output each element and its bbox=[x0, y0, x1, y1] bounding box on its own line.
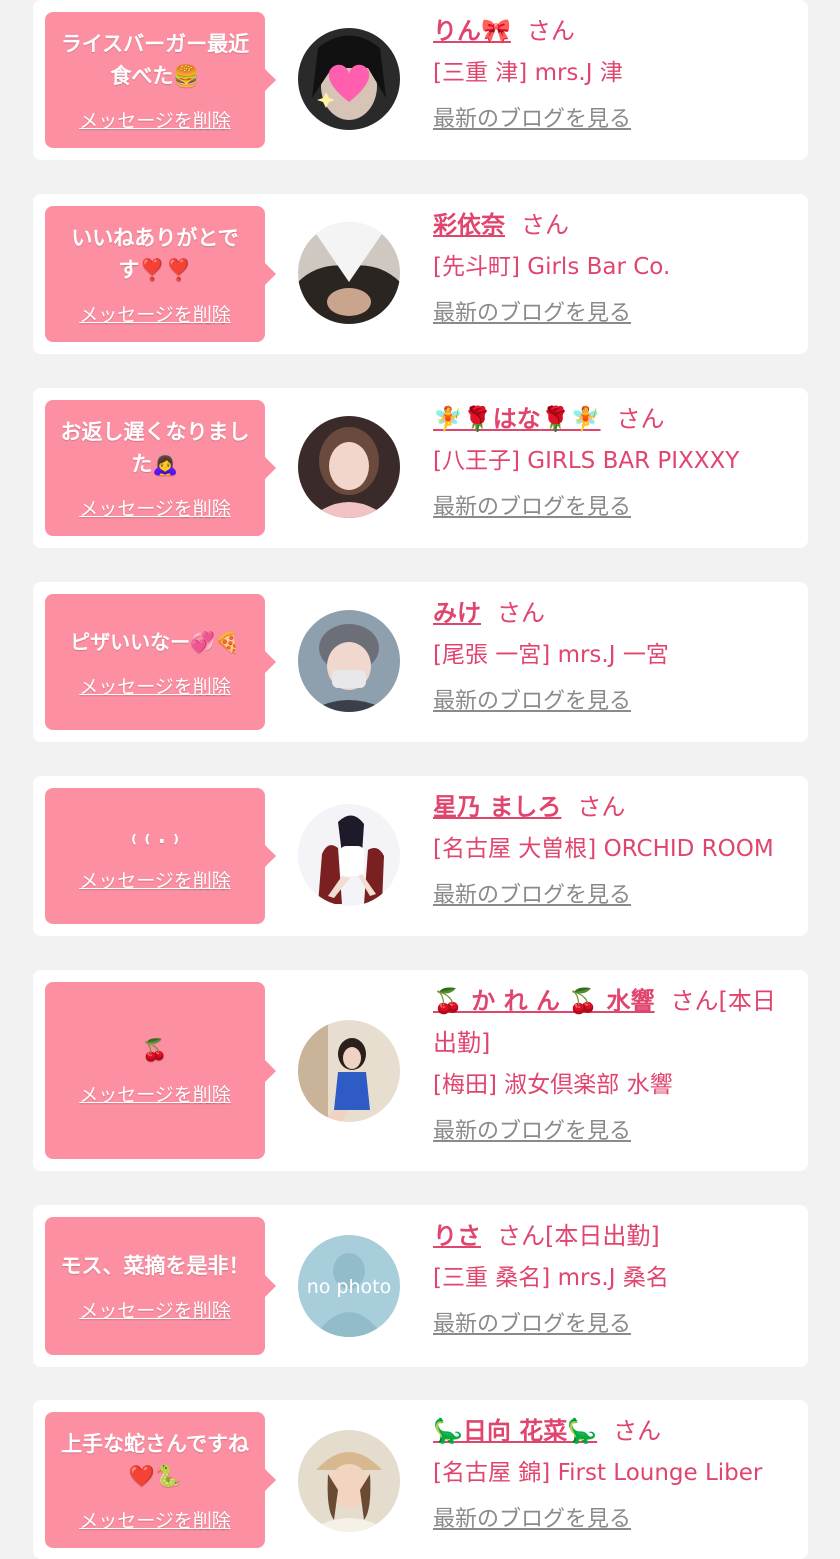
delete-message-link[interactable]: メッセージを削除 bbox=[79, 494, 231, 521]
latest-blog-link[interactable]: 最新のブログを見る bbox=[433, 682, 795, 722]
honorific: さん bbox=[521, 211, 569, 239]
cast-name-link[interactable]: りん🎀 bbox=[433, 17, 511, 45]
latest-blog-link[interactable]: 最新のブログを見る bbox=[433, 1112, 795, 1152]
honorific: さん bbox=[526, 17, 575, 45]
cast-name-link[interactable]: 彩依奈 bbox=[433, 211, 505, 239]
delete-message-link[interactable]: メッセージを削除 bbox=[79, 1080, 231, 1107]
honorific: さん bbox=[613, 1417, 662, 1445]
shop-name: [三重 桑名] mrs.J 桑名 bbox=[433, 1265, 669, 1291]
avatar[interactable] bbox=[298, 804, 400, 906]
message-card: 上手な蛇さんですね❤️🐍 メッセージを削除 🦕日向 花菜🦕 さん [名古屋 錦] … bbox=[33, 1400, 808, 1559]
latest-blog-link[interactable]: 最新のブログを見る bbox=[433, 1305, 795, 1345]
message-card: ライスバーガー最近食べた🍔 メッセージを削除 りん🎀 さん [三重 津] mrs.… bbox=[33, 0, 808, 160]
latest-blog-link[interactable]: 最新のブログを見る bbox=[433, 876, 795, 916]
message-text: ₍ ₍ . ₎ bbox=[130, 823, 180, 848]
message-text: ピザいいなー💞🍕 bbox=[70, 629, 240, 654]
shop-name: [先斗町] Girls Bar Co. bbox=[433, 254, 671, 280]
shop-name: [梅田] 淑女倶楽部 水響 bbox=[433, 1072, 673, 1098]
cast-info: りん🎀 さん [三重 津] mrs.J 津 最新のブログを見る bbox=[433, 10, 795, 140]
cast-info: みけ さん [尾張 一宮] mrs.J 一宮 最新のブログを見る bbox=[433, 592, 795, 722]
shop-name: [名古屋 大曽根] ORCHID ROOM bbox=[433, 836, 774, 862]
avatar[interactable] bbox=[298, 28, 400, 130]
message-card: モス、菜摘を是非！ メッセージを削除 no photo りさ さん[本日出勤] [… bbox=[33, 1205, 808, 1367]
message-bubble: お返し遅くなりました🙇‍♀️ メッセージを削除 bbox=[45, 400, 276, 536]
cast-info: 🍒 か れ ん 🍒 水響 さん[本日出勤] [梅田] 淑女倶楽部 水響 最新のブロ… bbox=[433, 980, 795, 1152]
shop-name: [名古屋 錦] First Lounge Liber bbox=[433, 1460, 763, 1486]
message-bubble: 上手な蛇さんですね❤️🐍 メッセージを削除 bbox=[45, 1412, 276, 1548]
message-text: 🍒 bbox=[141, 1038, 169, 1062]
message-bubble: モス、菜摘を是非！ メッセージを削除 bbox=[45, 1217, 276, 1355]
cast-info: 🦕日向 花菜🦕 さん [名古屋 錦] First Lounge Liber 最新の… bbox=[433, 1410, 795, 1540]
cast-name-link[interactable]: 星乃 ましろ bbox=[433, 793, 561, 821]
shop-name: [三重 津] mrs.J 津 bbox=[433, 60, 623, 86]
latest-blog-link[interactable]: 最新のブログを見る bbox=[433, 100, 795, 140]
message-bubble: ライスバーガー最近食べた🍔 メッセージを削除 bbox=[45, 12, 276, 148]
delete-message-link[interactable]: メッセージを削除 bbox=[79, 866, 231, 893]
cast-name-link[interactable]: 🦕日向 花菜🦕 bbox=[433, 1417, 597, 1445]
honorific: さん bbox=[497, 599, 545, 627]
message-text: ライスバーガー最近食べた🍔 bbox=[60, 31, 250, 88]
message-text: モス、菜摘を是非！ bbox=[60, 1253, 250, 1278]
message-text: いいねありがとです❣️❣️ bbox=[71, 225, 239, 282]
avatar[interactable] bbox=[298, 1020, 400, 1122]
latest-blog-link[interactable]: 最新のブログを見る bbox=[433, 294, 795, 334]
cast-info: 🧚🌹はな🌹🧚 さん [八王子] GIRLS BAR PIXXXY 最新のブログを見… bbox=[433, 398, 795, 528]
cast-info: 星乃 ましろ さん [名古屋 大曽根] ORCHID ROOM 最新のブログを見る bbox=[433, 786, 795, 916]
message-bubble: ピザいいなー💞🍕 メッセージを削除 bbox=[45, 594, 276, 730]
cast-name-link[interactable]: 🍒 か れ ん 🍒 水響 bbox=[433, 987, 655, 1015]
avatar[interactable] bbox=[298, 1430, 400, 1532]
shop-name: [尾張 一宮] mrs.J 一宮 bbox=[433, 642, 669, 668]
honorific: さん bbox=[616, 405, 665, 433]
avatar[interactable] bbox=[298, 416, 400, 518]
delete-message-link[interactable]: メッセージを削除 bbox=[79, 1506, 231, 1533]
delete-message-link[interactable]: メッセージを削除 bbox=[79, 672, 231, 699]
message-text: お返し遅くなりました🙇‍♀️ bbox=[60, 419, 250, 476]
message-card: 🍒 メッセージを削除 🍒 か れ ん 🍒 水響 さん[本日出勤] [梅田] 淑女倶… bbox=[33, 970, 808, 1171]
cast-name-link[interactable]: みけ bbox=[433, 599, 481, 627]
delete-message-link[interactable]: メッセージを削除 bbox=[79, 106, 231, 133]
message-bubble: 🍒 メッセージを削除 bbox=[45, 982, 276, 1159]
message-text: 上手な蛇さんですね❤️🐍 bbox=[61, 1431, 249, 1488]
avatar[interactable] bbox=[298, 222, 400, 324]
cast-name-link[interactable]: りさ bbox=[433, 1222, 481, 1250]
message-bubble: いいねありがとです❣️❣️ メッセージを削除 bbox=[45, 206, 276, 342]
delete-message-link[interactable]: メッセージを削除 bbox=[79, 300, 231, 327]
cast-name-link[interactable]: 🧚🌹はな🌹🧚 bbox=[433, 405, 601, 433]
shop-name: [八王子] GIRLS BAR PIXXXY bbox=[433, 448, 740, 474]
no-photo-text: no photo bbox=[307, 1276, 392, 1298]
cast-info: 彩依奈 さん [先斗町] Girls Bar Co. 最新のブログを見る bbox=[433, 204, 795, 334]
avatar[interactable]: no photo bbox=[298, 1235, 400, 1337]
latest-blog-link[interactable]: 最新のブログを見る bbox=[433, 1500, 795, 1540]
delete-message-link[interactable]: メッセージを削除 bbox=[79, 1296, 231, 1323]
message-card: お返し遅くなりました🙇‍♀️ メッセージを削除 🧚🌹はな🌹🧚 さん [八王子] G… bbox=[33, 388, 808, 548]
honorific: さん[本日出勤] bbox=[497, 1222, 660, 1250]
avatar[interactable] bbox=[298, 610, 400, 712]
message-bubble: ₍ ₍ . ₎ メッセージを削除 bbox=[45, 788, 276, 924]
latest-blog-link[interactable]: 最新のブログを見る bbox=[433, 488, 795, 528]
cast-info: りさ さん[本日出勤] [三重 桑名] mrs.J 桑名 最新のブログを見る bbox=[433, 1215, 795, 1345]
honorific: さん bbox=[577, 793, 626, 821]
message-card: ピザいいなー💞🍕 メッセージを削除 みけ さん [尾張 一宮] mrs.J 一宮 … bbox=[33, 582, 808, 742]
message-card: ₍ ₍ . ₎ メッセージを削除 星乃 ましろ さん [名古屋 大曽根] ORCH… bbox=[33, 776, 808, 936]
message-card: いいねありがとです❣️❣️ メッセージを削除 彩依奈 さん [先斗町] Girls… bbox=[33, 194, 808, 354]
